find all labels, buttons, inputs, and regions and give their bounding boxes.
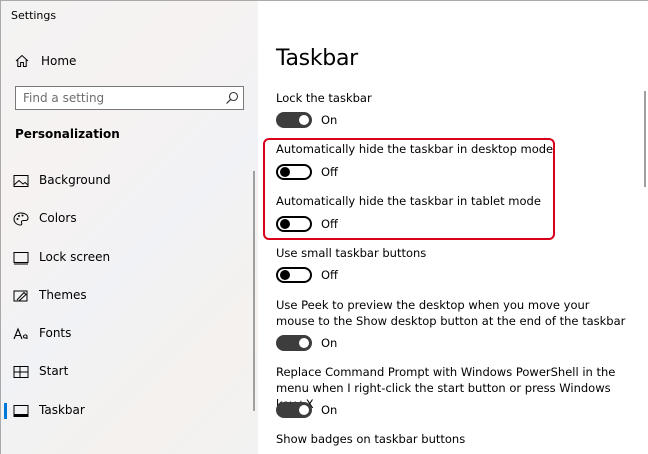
toggle-powershell[interactable] [276, 402, 312, 418]
sidebar-item-background[interactable]: Background [1, 163, 258, 199]
toggle-peek[interactable] [276, 335, 312, 351]
toggle-lock-taskbar[interactable] [276, 112, 312, 128]
sidebar-item-lock-screen[interactable]: Lock screen [1, 240, 258, 276]
selection-indicator [4, 403, 7, 419]
toggle-knob [280, 270, 290, 280]
home-label: Home [41, 54, 77, 68]
toggle-knob [299, 405, 309, 415]
toggle-hide-desktop[interactable] [276, 164, 312, 180]
toggle-small-buttons[interactable] [276, 267, 312, 283]
home-icon [15, 54, 29, 67]
themes-icon [13, 290, 28, 302]
lock-screen-icon [13, 252, 29, 265]
sidebar: Settings Home Personalization Background [1, 1, 258, 454]
search-input[interactable] [16, 87, 216, 109]
start-icon [13, 366, 29, 378]
search-box[interactable] [15, 86, 244, 110]
sidebar-item-themes[interactable]: Themes [1, 278, 258, 314]
image-icon [13, 175, 29, 187]
setting-label-hide-tablet: Automatically hide the taskbar in tablet… [276, 194, 541, 208]
toggle-knob [280, 219, 290, 229]
sidebar-item-label: Background [39, 173, 111, 187]
setting-label-peek: Use Peek to preview the desktop when you… [276, 298, 626, 328]
section-title: Personalization [15, 127, 120, 141]
sidebar-item-taskbar[interactable]: Taskbar [1, 393, 258, 429]
taskbar-icon [13, 405, 29, 417]
setting-label-lock-taskbar: Lock the taskbar [276, 91, 372, 105]
setting-label-hide-desktop: Automatically hide the taskbar in deskto… [276, 142, 554, 156]
sidebar-item-start[interactable]: Start [1, 354, 258, 390]
sidebar-item-label: Taskbar [39, 403, 85, 417]
page-title: Taskbar [276, 46, 358, 71]
toggle-state-text: Off [321, 217, 338, 231]
home-link[interactable]: Home [15, 53, 76, 69]
toggle-state-text: On [321, 336, 338, 350]
setting-label-small-buttons: Use small taskbar buttons [276, 246, 427, 260]
toggle-state-text: On [321, 403, 338, 417]
fonts-icon [13, 327, 28, 340]
toggle-knob [299, 338, 309, 348]
sidebar-item-label: Fonts [39, 326, 72, 340]
content-pane: Taskbar Lock the taskbar On Automaticall… [258, 1, 648, 454]
window-title: Settings [11, 9, 57, 22]
toggle-hide-tablet[interactable] [276, 216, 312, 232]
sidebar-item-label: Lock screen [39, 250, 111, 264]
search-icon[interactable] [224, 90, 240, 106]
sidebar-scrollbar[interactable] [253, 171, 255, 411]
toggle-state-text: Off [321, 268, 338, 282]
sidebar-item-colors[interactable]: Colors [1, 201, 258, 237]
sidebar-item-fonts[interactable]: Fonts [1, 316, 258, 352]
toggle-state-text: Off [321, 165, 338, 179]
sidebar-item-label: Start [39, 364, 69, 378]
setting-label-badges: Show badges on taskbar buttons [276, 432, 466, 446]
toggle-knob [299, 115, 309, 125]
sidebar-item-label: Themes [39, 288, 87, 302]
palette-icon [13, 212, 29, 226]
content-scrollbar[interactable] [644, 91, 646, 187]
sidebar-item-label: Colors [39, 211, 77, 225]
toggle-state-text: On [321, 113, 338, 127]
toggle-knob [280, 167, 290, 177]
settings-window: Settings Home Personalization Background [0, 0, 648, 454]
